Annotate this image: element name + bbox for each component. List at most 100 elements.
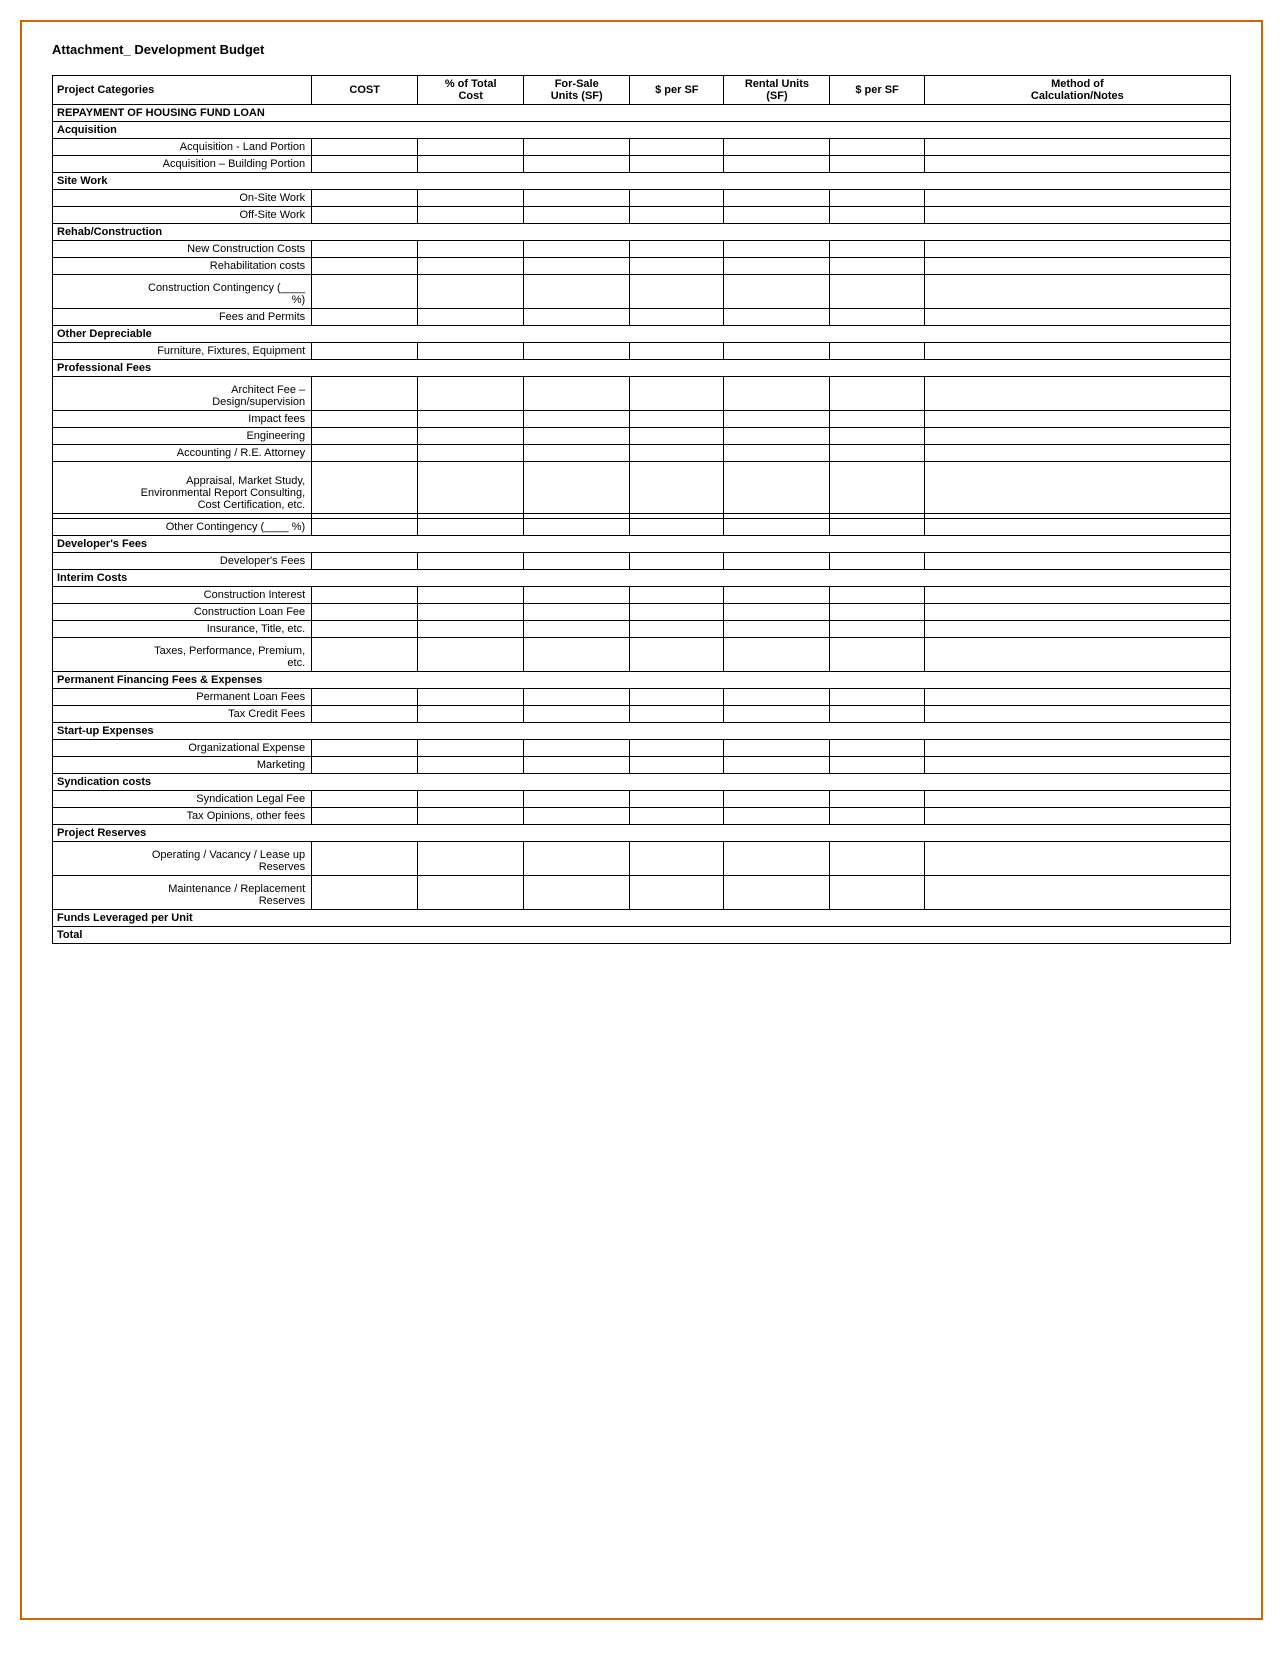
data-cell[interactable] bbox=[630, 621, 724, 638]
data-cell[interactable] bbox=[724, 462, 830, 514]
data-cell[interactable] bbox=[630, 428, 724, 445]
data-cell[interactable] bbox=[418, 621, 524, 638]
data-cell[interactable] bbox=[418, 808, 524, 825]
data-cell[interactable] bbox=[312, 207, 418, 224]
data-cell[interactable] bbox=[630, 740, 724, 757]
data-cell[interactable] bbox=[830, 553, 924, 570]
data-cell[interactable] bbox=[524, 207, 630, 224]
data-cell[interactable] bbox=[418, 638, 524, 672]
data-cell[interactable] bbox=[312, 445, 418, 462]
data-cell[interactable] bbox=[630, 791, 724, 808]
data-cell[interactable] bbox=[524, 689, 630, 706]
data-cell[interactable] bbox=[524, 876, 630, 910]
data-cell[interactable] bbox=[630, 190, 724, 207]
data-cell[interactable] bbox=[418, 343, 524, 360]
method-cell[interactable] bbox=[924, 275, 1230, 309]
data-cell[interactable] bbox=[524, 377, 630, 411]
data-cell[interactable] bbox=[418, 791, 524, 808]
method-cell[interactable] bbox=[924, 241, 1230, 258]
data-cell[interactable] bbox=[830, 156, 924, 173]
data-cell[interactable] bbox=[524, 621, 630, 638]
data-cell[interactable] bbox=[524, 445, 630, 462]
data-cell[interactable] bbox=[724, 604, 830, 621]
data-cell[interactable] bbox=[830, 587, 924, 604]
data-cell[interactable] bbox=[724, 587, 830, 604]
data-cell[interactable] bbox=[524, 604, 630, 621]
data-cell[interactable] bbox=[724, 621, 830, 638]
data-cell[interactable] bbox=[630, 258, 724, 275]
data-cell[interactable] bbox=[630, 638, 724, 672]
data-cell[interactable] bbox=[418, 190, 524, 207]
data-cell[interactable] bbox=[630, 842, 724, 876]
data-cell[interactable] bbox=[524, 309, 630, 326]
data-cell[interactable] bbox=[418, 309, 524, 326]
data-cell[interactable] bbox=[312, 757, 418, 774]
method-cell[interactable] bbox=[924, 791, 1230, 808]
data-cell[interactable] bbox=[724, 241, 830, 258]
data-cell[interactable] bbox=[418, 411, 524, 428]
method-cell[interactable] bbox=[924, 808, 1230, 825]
method-cell[interactable] bbox=[924, 428, 1230, 445]
data-cell[interactable] bbox=[418, 587, 524, 604]
data-cell[interactable] bbox=[830, 411, 924, 428]
data-cell[interactable] bbox=[630, 462, 724, 514]
data-cell[interactable] bbox=[830, 519, 924, 536]
data-cell[interactable] bbox=[312, 156, 418, 173]
data-cell[interactable] bbox=[312, 139, 418, 156]
data-cell[interactable] bbox=[630, 343, 724, 360]
data-cell[interactable] bbox=[724, 757, 830, 774]
data-cell[interactable] bbox=[524, 638, 630, 672]
method-cell[interactable] bbox=[924, 156, 1230, 173]
data-cell[interactable] bbox=[630, 689, 724, 706]
data-cell[interactable] bbox=[830, 207, 924, 224]
data-cell[interactable] bbox=[724, 638, 830, 672]
data-cell[interactable] bbox=[312, 842, 418, 876]
data-cell[interactable] bbox=[830, 689, 924, 706]
data-cell[interactable] bbox=[312, 638, 418, 672]
data-cell[interactable] bbox=[524, 791, 630, 808]
data-cell[interactable] bbox=[724, 207, 830, 224]
data-cell[interactable] bbox=[830, 139, 924, 156]
data-cell[interactable] bbox=[312, 275, 418, 309]
method-cell[interactable] bbox=[924, 587, 1230, 604]
data-cell[interactable] bbox=[312, 377, 418, 411]
data-cell[interactable] bbox=[312, 258, 418, 275]
data-cell[interactable] bbox=[630, 553, 724, 570]
data-cell[interactable] bbox=[724, 309, 830, 326]
data-cell[interactable] bbox=[830, 377, 924, 411]
method-cell[interactable] bbox=[924, 462, 1230, 514]
data-cell[interactable] bbox=[830, 740, 924, 757]
data-cell[interactable] bbox=[312, 740, 418, 757]
data-cell[interactable] bbox=[724, 377, 830, 411]
data-cell[interactable] bbox=[724, 808, 830, 825]
data-cell[interactable] bbox=[630, 275, 724, 309]
data-cell[interactable] bbox=[312, 343, 418, 360]
data-cell[interactable] bbox=[524, 808, 630, 825]
method-cell[interactable] bbox=[924, 689, 1230, 706]
data-cell[interactable] bbox=[724, 706, 830, 723]
data-cell[interactable] bbox=[418, 519, 524, 536]
method-cell[interactable] bbox=[924, 621, 1230, 638]
data-cell[interactable] bbox=[312, 519, 418, 536]
data-cell[interactable] bbox=[630, 139, 724, 156]
data-cell[interactable] bbox=[524, 757, 630, 774]
data-cell[interactable] bbox=[524, 553, 630, 570]
data-cell[interactable] bbox=[724, 190, 830, 207]
data-cell[interactable] bbox=[524, 842, 630, 876]
data-cell[interactable] bbox=[724, 842, 830, 876]
data-cell[interactable] bbox=[724, 519, 830, 536]
data-cell[interactable] bbox=[524, 587, 630, 604]
method-cell[interactable] bbox=[924, 377, 1230, 411]
data-cell[interactable] bbox=[724, 428, 830, 445]
data-cell[interactable] bbox=[630, 309, 724, 326]
data-cell[interactable] bbox=[830, 241, 924, 258]
method-cell[interactable] bbox=[924, 411, 1230, 428]
method-cell[interactable] bbox=[924, 519, 1230, 536]
data-cell[interactable] bbox=[312, 462, 418, 514]
data-cell[interactable] bbox=[830, 757, 924, 774]
data-cell[interactable] bbox=[724, 139, 830, 156]
data-cell[interactable] bbox=[418, 604, 524, 621]
data-cell[interactable] bbox=[524, 241, 630, 258]
data-cell[interactable] bbox=[830, 604, 924, 621]
method-cell[interactable] bbox=[924, 190, 1230, 207]
